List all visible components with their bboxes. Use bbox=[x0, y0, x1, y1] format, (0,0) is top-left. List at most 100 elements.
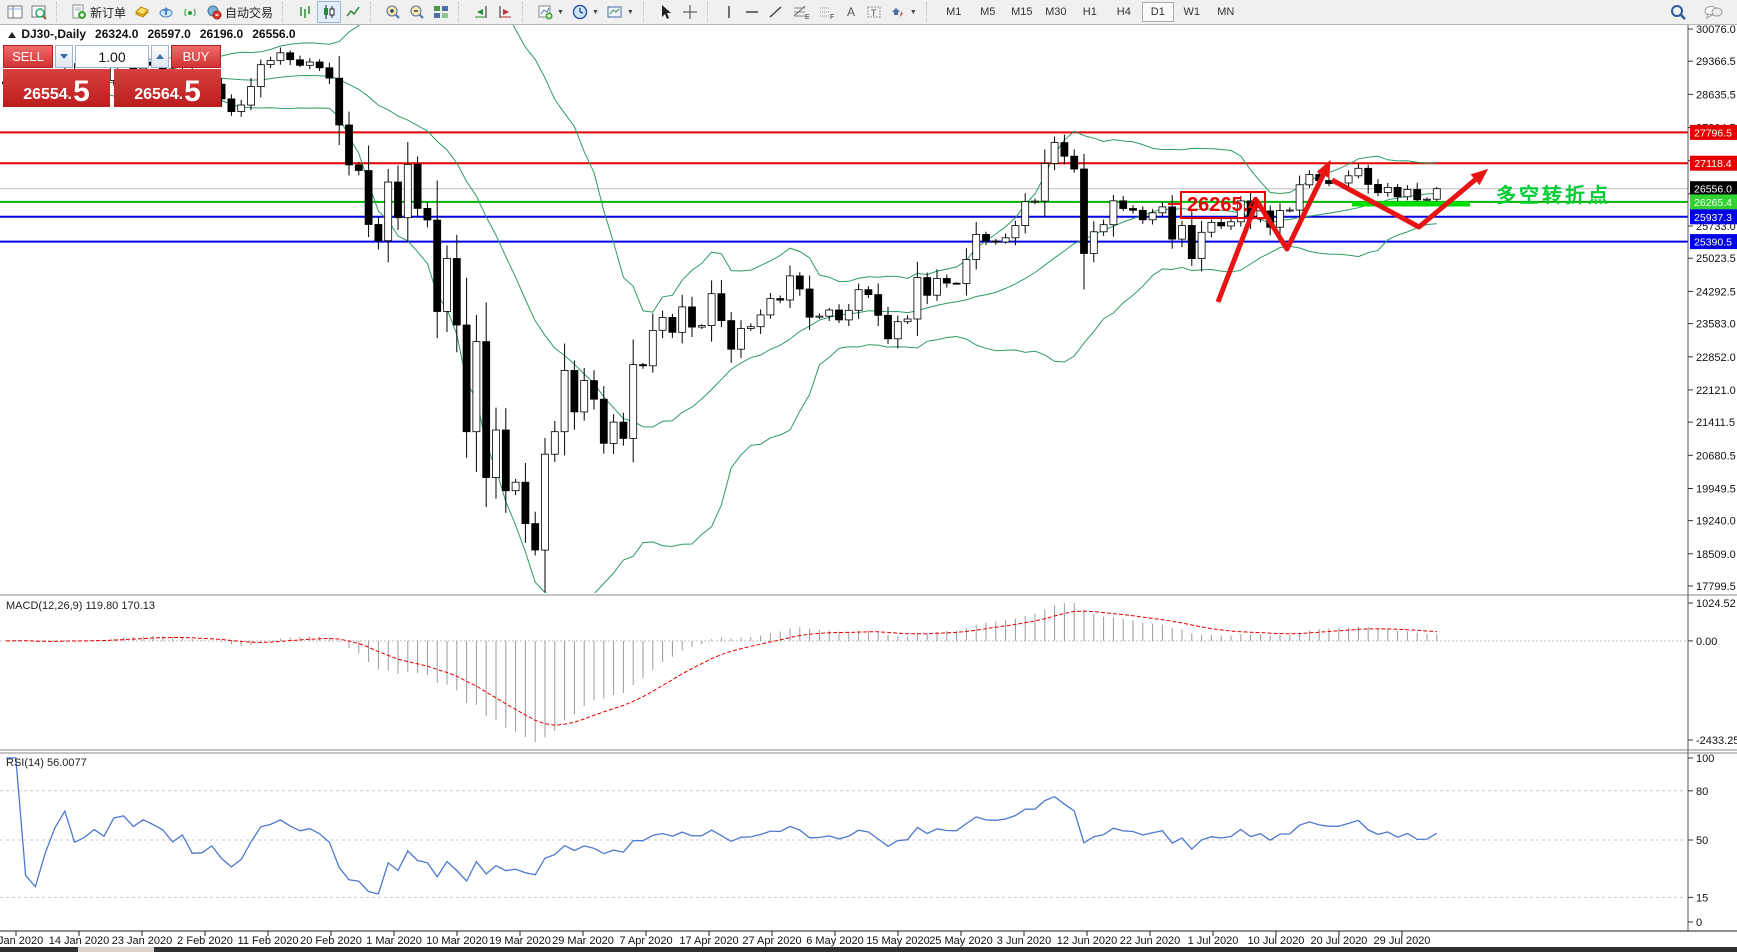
crosshair-tool-button[interactable] bbox=[678, 1, 702, 23]
search-button[interactable] bbox=[1666, 1, 1691, 23]
market-watch-button[interactable] bbox=[3, 1, 27, 23]
autotrading-label: 自动交易 bbox=[225, 4, 273, 21]
symbol-period-label: DJ30-,Daily bbox=[21, 27, 86, 41]
ohlc-low: 26196.0 bbox=[200, 27, 243, 41]
auto-scroll-icon bbox=[473, 4, 489, 20]
crosshair-icon bbox=[682, 4, 698, 20]
timeframe-h1[interactable]: H1 bbox=[1074, 2, 1106, 22]
chevron-down-icon: ▼ bbox=[910, 9, 917, 16]
svg-text:26556.0: 26556.0 bbox=[1694, 184, 1732, 196]
breakout-price-annotation[interactable]: 26265.4 bbox=[1180, 191, 1266, 219]
svg-text:29 Jul 2020: 29 Jul 2020 bbox=[1374, 935, 1431, 947]
macd-label: MACD(12,26,9) 119.80 170.13 bbox=[6, 600, 155, 612]
signal-waves-icon bbox=[182, 4, 198, 20]
fibonacci-tool-button[interactable]: E bbox=[788, 1, 814, 23]
svg-text:1 Mar 2020: 1 Mar 2020 bbox=[366, 935, 422, 947]
timeframe-m15[interactable]: M15 bbox=[1006, 2, 1038, 22]
svg-text:21411.5: 21411.5 bbox=[1696, 417, 1735, 429]
clock-icon bbox=[572, 4, 588, 20]
svg-text:F: F bbox=[830, 14, 834, 20]
new-order-label: 新订单 bbox=[90, 4, 126, 21]
chat-button[interactable] bbox=[1699, 1, 1727, 23]
timeframe-d1[interactable]: D1 bbox=[1142, 2, 1174, 22]
timeframe-mn[interactable]: MN bbox=[1210, 2, 1242, 22]
timeframe-w1[interactable]: W1 bbox=[1176, 2, 1208, 22]
vertical-line-tool-button[interactable] bbox=[718, 1, 740, 23]
svg-text:14 Jan 2020: 14 Jan 2020 bbox=[49, 935, 110, 947]
svg-text:E: E bbox=[805, 14, 810, 20]
timeframe-group: M1M5M15M30H1H4D1W1MN bbox=[934, 0, 1246, 24]
ohlc-close: 26556.0 bbox=[252, 27, 295, 41]
svg-text:10 Jul 2020: 10 Jul 2020 bbox=[1248, 935, 1305, 947]
text-tool-button[interactable]: A bbox=[840, 1, 862, 23]
horizontal-line-tool-button[interactable] bbox=[740, 1, 764, 23]
svg-text:11 Feb 2020: 11 Feb 2020 bbox=[238, 935, 299, 947]
chart-canvas[interactable]: 30076.029366.528635.527904.527173.526443… bbox=[0, 24, 1737, 952]
grid-tool-button[interactable]: F bbox=[814, 1, 840, 23]
new-order-button[interactable]: 新订单 bbox=[67, 1, 130, 23]
data-window-button[interactable] bbox=[27, 1, 51, 23]
zoom-in-button[interactable] bbox=[381, 1, 405, 23]
collapse-panel-icon[interactable] bbox=[8, 32, 16, 38]
ohlc-high: 26597.0 bbox=[147, 27, 190, 41]
chart-shift-button[interactable] bbox=[493, 1, 517, 23]
auto-scroll-button[interactable] bbox=[469, 1, 493, 23]
profiles-button[interactable]: ▼ bbox=[603, 1, 638, 23]
horizontal-scrollbar[interactable] bbox=[0, 947, 1737, 952]
upload-button[interactable] bbox=[154, 1, 178, 23]
volume-increase-button[interactable] bbox=[151, 45, 169, 68]
sell-price[interactable]: 26554. 5 bbox=[3, 69, 110, 107]
svg-text:23 Jan 2020: 23 Jan 2020 bbox=[112, 935, 173, 947]
autotrading-icon bbox=[206, 4, 222, 20]
macd-histogram bbox=[6, 603, 1437, 742]
label-tool-button[interactable]: T bbox=[862, 1, 886, 23]
timeframe-h4[interactable]: H4 bbox=[1108, 2, 1140, 22]
svg-text:17799.5: 17799.5 bbox=[1696, 581, 1736, 593]
svg-text:10 Mar 2020: 10 Mar 2020 bbox=[426, 935, 488, 947]
trendline-tool-button[interactable] bbox=[764, 1, 788, 23]
triangle-down-icon bbox=[60, 54, 68, 59]
svg-text:0.00: 0.00 bbox=[1696, 636, 1717, 648]
turning-point-note[interactable]: 多空转折点 bbox=[1496, 179, 1611, 208]
trend-arrow-1[interactable] bbox=[1218, 167, 1327, 302]
new-chart-button[interactable]: ▼ bbox=[533, 1, 568, 23]
scrollbar-thumb[interactable] bbox=[78, 947, 154, 952]
line-chart-mode-button[interactable] bbox=[341, 1, 365, 23]
candlestick-mode-button[interactable] bbox=[317, 1, 341, 23]
svg-text:19240.0: 19240.0 bbox=[1696, 516, 1736, 528]
svg-text:1024.52: 1024.52 bbox=[1696, 598, 1736, 610]
fibonacci-icon: E bbox=[792, 4, 810, 20]
arrows-tool-button[interactable]: ▼ bbox=[886, 1, 921, 23]
text-label-icon: T bbox=[866, 4, 882, 20]
arrow-shapes-icon bbox=[890, 4, 906, 20]
svg-text:25390.5: 25390.5 bbox=[1694, 237, 1732, 249]
svg-text:23583.0: 23583.0 bbox=[1696, 319, 1736, 331]
candlestick-icon bbox=[321, 4, 337, 20]
deposit-button[interactable] bbox=[130, 1, 154, 23]
svg-text:22121.0: 22121.0 bbox=[1696, 385, 1736, 397]
autotrading-button[interactable]: 自动交易 bbox=[202, 1, 277, 23]
cursor-tool-button[interactable] bbox=[654, 1, 678, 23]
line-chart-icon bbox=[345, 4, 361, 20]
buy-price[interactable]: 26564. 5 bbox=[114, 69, 221, 107]
chat-bubbles-icon bbox=[1703, 4, 1723, 20]
bar-chart-mode-button[interactable] bbox=[293, 1, 317, 23]
timeframe-m5[interactable]: M5 bbox=[972, 2, 1004, 22]
buy-button[interactable]: BUY bbox=[171, 45, 221, 68]
volume-decrease-button[interactable] bbox=[55, 45, 73, 68]
timeframe-m30[interactable]: M30 bbox=[1040, 2, 1072, 22]
svg-text:7 Apr 2020: 7 Apr 2020 bbox=[619, 935, 672, 947]
zoom-out-button[interactable] bbox=[405, 1, 429, 23]
period-clock-button[interactable]: ▼ bbox=[568, 1, 603, 23]
tile-windows-button[interactable] bbox=[429, 1, 453, 23]
volume-input[interactable]: 1.00 bbox=[75, 45, 149, 68]
chart-title: DJ30-,Daily 26324.0 26597.0 26196.0 2655… bbox=[8, 27, 296, 41]
svg-text:A: A bbox=[847, 5, 855, 19]
sell-button[interactable]: SELL bbox=[3, 45, 53, 68]
timeframe-m1[interactable]: M1 bbox=[938, 2, 970, 22]
profiles-icon bbox=[607, 4, 623, 20]
chevron-down-icon: ▼ bbox=[557, 9, 564, 16]
trend-arrow-2[interactable] bbox=[1332, 174, 1482, 227]
svg-text:18509.0: 18509.0 bbox=[1696, 549, 1736, 561]
signals-button[interactable] bbox=[178, 1, 202, 23]
